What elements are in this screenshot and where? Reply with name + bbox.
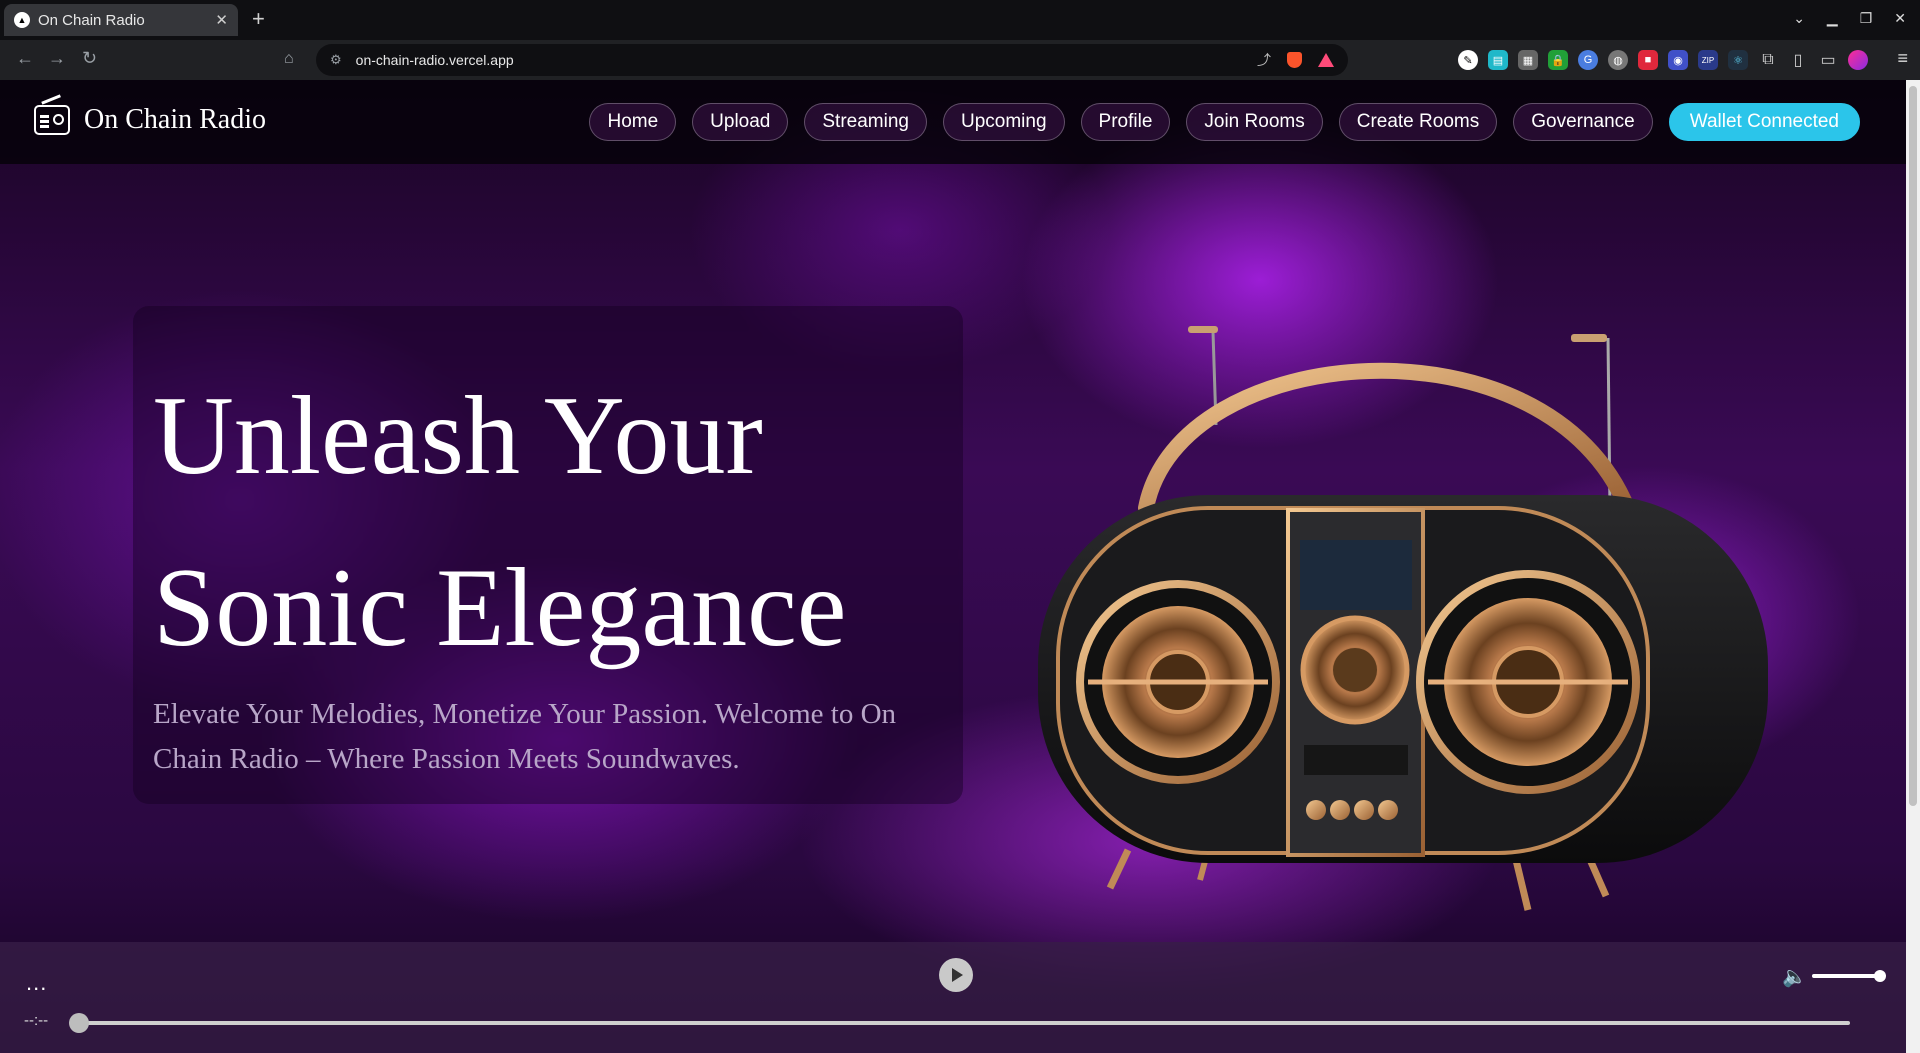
play-button[interactable] xyxy=(939,958,973,992)
extension-icon[interactable]: ZIP xyxy=(1698,50,1718,70)
extension-icon[interactable]: ✎ xyxy=(1458,50,1478,70)
main-nav: Home Upload Streaming Upcoming Profile J… xyxy=(589,103,1860,141)
nav-upload[interactable]: Upload xyxy=(692,103,789,141)
progress-bar[interactable] xyxy=(78,1021,1850,1025)
brave-shield-icon[interactable] xyxy=(1287,52,1302,68)
page-content: On Chain Radio Home Upload Streaming Upc… xyxy=(0,80,1906,1053)
extension-icon[interactable]: ◍ xyxy=(1608,50,1628,70)
back-icon[interactable]: ← xyxy=(16,48,34,69)
track-time: --:-- xyxy=(24,1012,49,1029)
hero-headline: Unleash Your Sonic Elegance xyxy=(153,350,847,694)
site-name: On Chain Radio xyxy=(84,104,266,135)
browser-tab-bar: ▲ On Chain Radio ✕ + ⌄ ▁ ❐ ✕ xyxy=(0,0,1920,40)
headline-line-1: Unleash Your xyxy=(153,374,763,498)
scrollbar[interactable] xyxy=(1906,80,1920,1053)
puzzle-icon[interactable]: ⧉ xyxy=(1758,50,1778,70)
track-title: ... xyxy=(26,970,48,995)
sidebar-icon[interactable]: ▯ xyxy=(1788,50,1808,70)
tab-close-icon[interactable]: ✕ xyxy=(215,11,228,29)
headline-line-2: Sonic Elegance xyxy=(153,546,847,670)
extension-icon[interactable]: ■ xyxy=(1638,50,1658,70)
reload-icon[interactable]: ↻ xyxy=(82,48,97,69)
minimize-icon[interactable]: ▁ xyxy=(1827,10,1838,27)
hero-subtext: Elevate Your Melodies, Monetize Your Pas… xyxy=(153,698,897,775)
browser-tab[interactable]: ▲ On Chain Radio ✕ xyxy=(4,4,238,36)
site-logo[interactable]: On Chain Radio xyxy=(34,104,266,136)
extensions-row: ✎ ▤ ▦ 🔒 G ◍ ■ ◉ ZIP ⚛ ⧉ ▯ ▭ xyxy=(1458,50,1868,70)
volume-icon[interactable]: 🔈 xyxy=(1782,964,1807,989)
favicon-icon: ▲ xyxy=(14,12,30,28)
share-icon[interactable]: ⤴ xyxy=(1257,50,1271,70)
extension-icon[interactable]: G xyxy=(1578,50,1598,70)
nav-profile[interactable]: Profile xyxy=(1080,103,1171,141)
extension-icon[interactable]: ▤ xyxy=(1488,50,1508,70)
nav-streaming[interactable]: Streaming xyxy=(804,103,927,141)
extension-icon[interactable]: ◉ xyxy=(1668,50,1688,70)
address-bar[interactable]: ⚙ on-chain-radio.vercel.app ⤴ xyxy=(316,44,1348,76)
wallet-connected-button[interactable]: Wallet Connected xyxy=(1668,103,1860,141)
nav-create-rooms[interactable]: Create Rooms xyxy=(1338,103,1498,141)
browser-menu-icon[interactable]: ≡ xyxy=(1897,48,1908,69)
nav-upcoming[interactable]: Upcoming xyxy=(942,103,1065,141)
extension-icon[interactable]: ▦ xyxy=(1518,50,1538,70)
restore-icon[interactable]: ❐ xyxy=(1860,10,1873,27)
browser-toolbar: ← → ↻ ⌂ ⚙ on-chain-radio.vercel.app ⤴ ✎ … xyxy=(0,40,1920,80)
boombox-image xyxy=(1038,326,1768,911)
site-header: On Chain Radio Home Upload Streaming Upc… xyxy=(0,80,1906,164)
url-text[interactable]: on-chain-radio.vercel.app xyxy=(356,52,1257,68)
tab-search-icon[interactable]: ⌄ xyxy=(1793,10,1805,27)
nav-join-rooms[interactable]: Join Rooms xyxy=(1186,103,1323,141)
progress-knob[interactable] xyxy=(69,1013,89,1033)
wallet-icon[interactable]: ▭ xyxy=(1818,50,1838,70)
scrollbar-thumb[interactable] xyxy=(1909,86,1917,806)
brave-rewards-icon[interactable] xyxy=(1318,53,1334,67)
close-window-icon[interactable]: ✕ xyxy=(1894,10,1906,27)
forward-icon[interactable]: → xyxy=(48,48,66,69)
nav-governance[interactable]: Governance xyxy=(1513,103,1653,141)
bookmark-icon[interactable]: ⌂ xyxy=(284,50,294,68)
volume-knob[interactable] xyxy=(1874,970,1886,982)
extension-icon[interactable]: 🔒 xyxy=(1548,50,1568,70)
site-info-icon[interactable]: ⚙ xyxy=(330,52,342,68)
nav-home[interactable]: Home xyxy=(589,103,677,141)
radio-icon xyxy=(34,105,70,135)
audio-player: ... --:-- 🔈 xyxy=(0,942,1906,1053)
window-controls: ⌄ ▁ ❐ ✕ xyxy=(1793,10,1906,27)
new-tab-button[interactable]: + xyxy=(252,8,265,30)
volume-slider[interactable] xyxy=(1812,974,1882,978)
tab-title: On Chain Radio xyxy=(38,11,145,29)
profile-icon[interactable] xyxy=(1848,50,1868,70)
react-devtools-icon[interactable]: ⚛ xyxy=(1728,50,1748,70)
